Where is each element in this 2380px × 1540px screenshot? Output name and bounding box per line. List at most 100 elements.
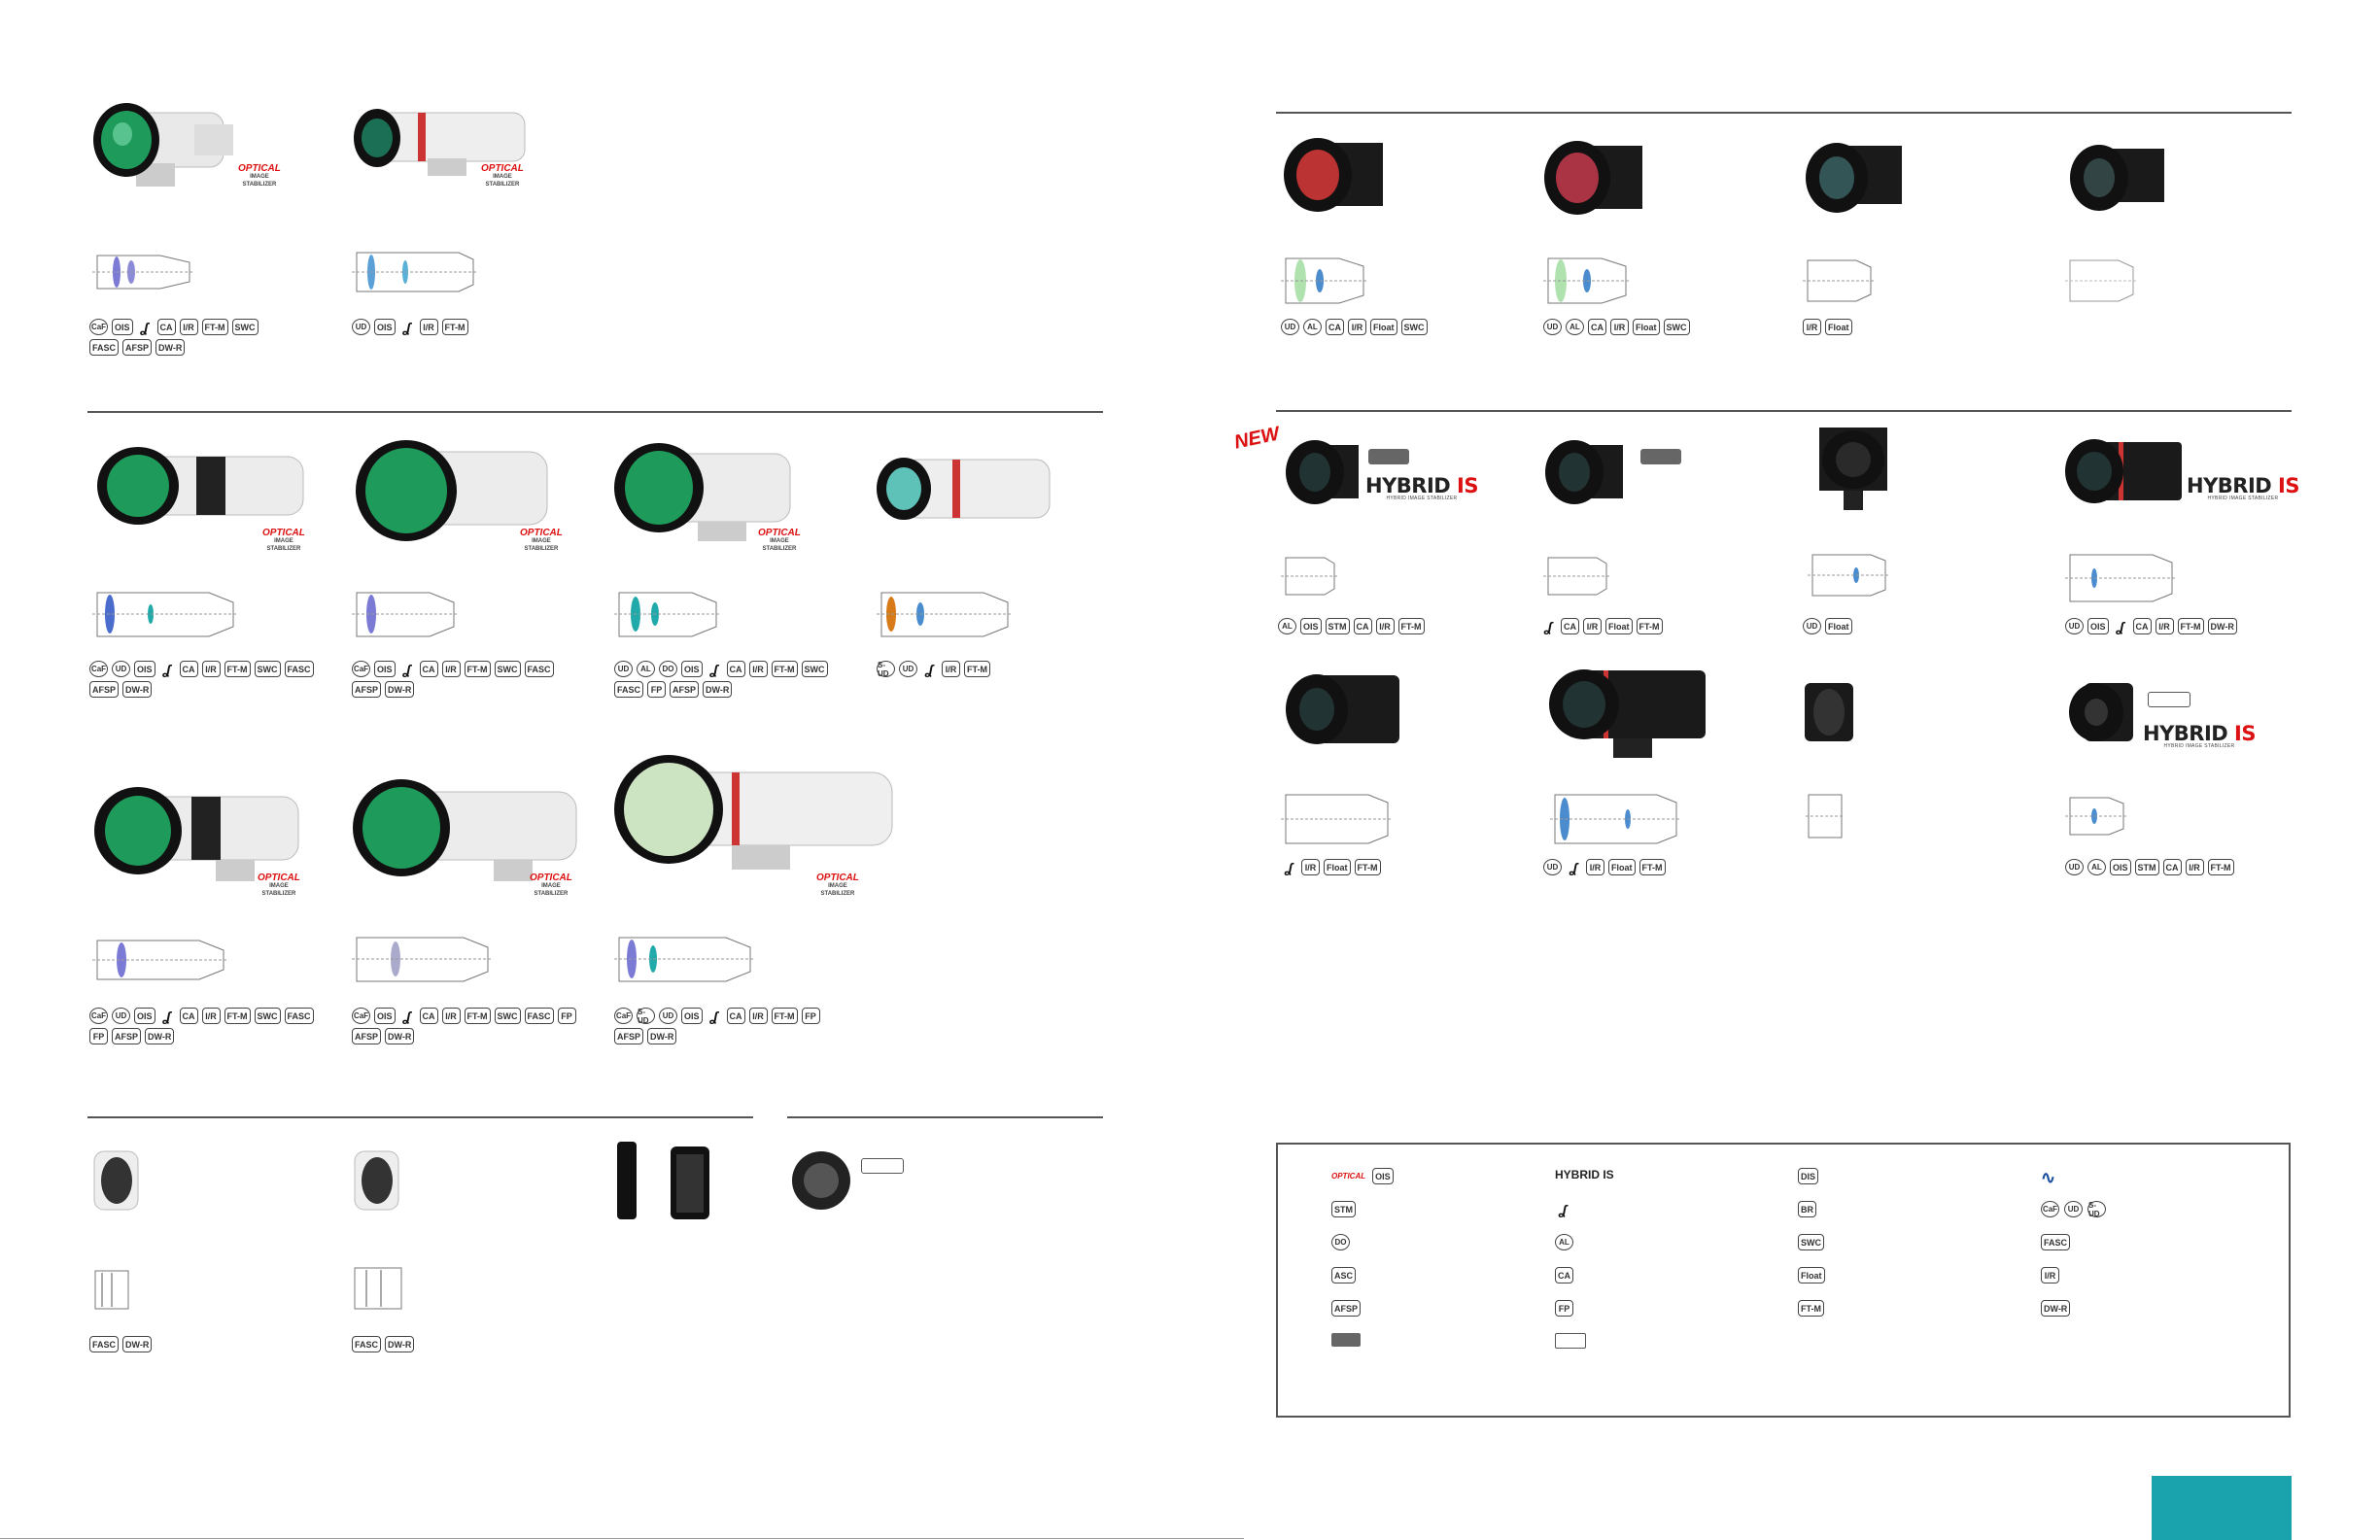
optical-stabilizer-mini: OPTICAL <box>1331 1172 1366 1181</box>
fasc-icon: FASC <box>352 1336 382 1352</box>
extender-photo[interactable] <box>1800 678 1858 746</box>
ultrasonic-motor-icon: ʆ <box>706 1008 723 1024</box>
tilt-shift-lens-photo[interactable] <box>1800 131 1907 219</box>
extension-tube-photo[interactable] <box>612 1137 719 1224</box>
float-icon: Float <box>1825 319 1852 335</box>
lens-photo[interactable] <box>610 439 795 541</box>
optical-stabilizer-badge: OPTICAL IMAGE STABILIZER <box>262 528 305 553</box>
lens-photo[interactable] <box>1540 666 1710 763</box>
lens-photo[interactable] <box>875 452 1054 530</box>
feature-icon-row: FASC DW-R <box>89 1336 284 1352</box>
optical-stabilizer-badge: OPTICAL IMAGE STABILIZER <box>816 873 859 898</box>
dw-r-icon: DW-R <box>2041 1300 2071 1317</box>
float-icon: Float <box>1633 319 1660 335</box>
macro-lens-photo[interactable] <box>2060 432 2187 510</box>
caf-icon: CaF <box>2041 1201 2059 1217</box>
hybrid-is-badge: HYBRID IS HYBRID IMAGE STABILIZER <box>2143 722 2256 749</box>
lens-photo[interactable] <box>89 782 303 884</box>
ca-icon: CA <box>1353 618 1372 634</box>
fasc-icon: FASC <box>89 339 120 356</box>
hybrid-is-badge: HYBRID IS HYBRID IMAGE STABILIZER <box>2187 474 2299 501</box>
optical-stabilizer-badge: OPTICAL IMAGE STABILIZER <box>520 528 563 553</box>
macro-lens-photo[interactable] <box>1281 435 1363 508</box>
extender-photo[interactable] <box>89 1142 148 1219</box>
mount-adapter-photo[interactable] <box>787 1146 855 1215</box>
macro-lens-photo[interactable] <box>1800 423 1907 520</box>
legend-item: DO <box>1331 1234 1350 1250</box>
lens-photo[interactable] <box>348 777 581 884</box>
ft-m-icon: FT-M <box>2177 618 2204 634</box>
macro-lens-photo[interactable] <box>1540 435 1628 508</box>
ca-icon: CA <box>1326 319 1344 335</box>
ft-m-icon: FT-M <box>1397 618 1425 634</box>
ultrasonic-motor-icon: ʆ <box>398 319 416 335</box>
tilt-shift-lens-photo[interactable] <box>1540 131 1647 219</box>
lens-photo[interactable] <box>89 442 308 534</box>
ca-icon: CA <box>419 661 438 677</box>
legend-item: OPTICAL OIS <box>1331 1168 1394 1184</box>
lens-diagram <box>614 933 755 991</box>
fasc-icon: FASC <box>89 1336 120 1352</box>
afsp-icon: AFSP <box>614 1028 644 1044</box>
ft-m-icon: FT-M <box>441 319 468 335</box>
ois-icon: OIS <box>374 319 396 335</box>
fp-icon: FP <box>89 1028 108 1044</box>
swc-icon: SWC <box>1798 1234 1824 1250</box>
lens-diagram <box>352 933 493 991</box>
page-bottom-rule <box>0 1538 1244 1539</box>
fp-icon: FP <box>801 1008 820 1024</box>
i-r-icon: I/R <box>942 661 960 677</box>
ca-icon: CA <box>1588 319 1606 335</box>
i-r-icon: I/R <box>1301 859 1320 875</box>
lens-diagram <box>352 1265 405 1317</box>
tilt-shift-lens-photo[interactable] <box>1281 128 1388 216</box>
legend-item: SWC <box>1798 1234 1824 1250</box>
lens-diagram <box>1281 789 1393 854</box>
i-r-icon: I/R <box>1375 618 1395 634</box>
feature-icon-row: CaF OIS ʆ CA I/R FT-M SWC FASC FP AFSP DW-R <box>352 1008 580 1044</box>
lens-photo[interactable] <box>2065 678 2138 746</box>
tilt-shift-lens-photo[interactable] <box>2062 134 2169 217</box>
br-icon: BR <box>1798 1201 1816 1217</box>
swc-icon: SWC <box>494 1008 521 1024</box>
al-icon: AL <box>637 661 655 677</box>
ois-icon: OIS <box>134 661 155 677</box>
ois-icon: OIS <box>374 661 396 677</box>
al-icon: AL <box>1555 1234 1573 1250</box>
ca-icon: CA <box>419 1008 438 1024</box>
i-r-icon: I/R <box>179 319 198 335</box>
ud-icon: UD <box>1281 319 1299 335</box>
i-r-icon: I/R <box>1583 618 1602 634</box>
ois-icon: OIS <box>134 1008 155 1024</box>
ft-m-icon: FT-M <box>771 661 798 677</box>
section-divider-left-2b <box>787 1116 1103 1118</box>
swc-icon: SWC <box>254 661 281 677</box>
i-r-icon: I/R <box>2155 618 2174 634</box>
ft-m-icon: FT-M <box>201 319 228 335</box>
lens-photo[interactable] <box>610 753 897 879</box>
al-icon: AL <box>1566 319 1584 335</box>
feature-icon-row: UD AL DO OIS ʆ CA I/R FT-M SWC FASC FP AFSP DW-R <box>614 661 847 698</box>
feature-icon-row: CaF UD OIS ʆ CA I/R FT-M SWC FASC AFSP DW-R <box>89 661 318 698</box>
legend-item <box>1555 1333 1586 1349</box>
lens-photo[interactable] <box>1278 670 1404 753</box>
lens-diagram <box>1543 552 1611 605</box>
lens-photo[interactable] <box>87 95 243 192</box>
caf-icon: CaF <box>352 1008 370 1024</box>
i-r-icon: I/R <box>748 1008 768 1024</box>
ca-icon: CA <box>1555 1267 1573 1283</box>
feature-icon-row: ʆ CA I/R Float FT-M <box>1540 618 1735 634</box>
legend-item: Float <box>1798 1267 1825 1283</box>
subwavelength-coating-icon: ∿ <box>2041 1168 2056 1187</box>
ca-icon: CA <box>179 661 198 677</box>
extender-photo[interactable] <box>350 1142 408 1219</box>
afsp-icon: AFSP <box>352 681 382 698</box>
new-badge: NEW <box>1232 423 1282 454</box>
page-tab <box>2152 1476 2292 1540</box>
legend-item: BR <box>1798 1201 1816 1217</box>
section-divider-left-1 <box>87 411 1103 413</box>
swc-icon: SWC <box>254 1008 281 1024</box>
feature-icon-row: S-UD UD ʆ I/R FT-M <box>877 661 1110 678</box>
dw-r-icon: DW-R <box>145 1028 175 1044</box>
ft-m-icon: FT-M <box>1798 1300 1824 1317</box>
